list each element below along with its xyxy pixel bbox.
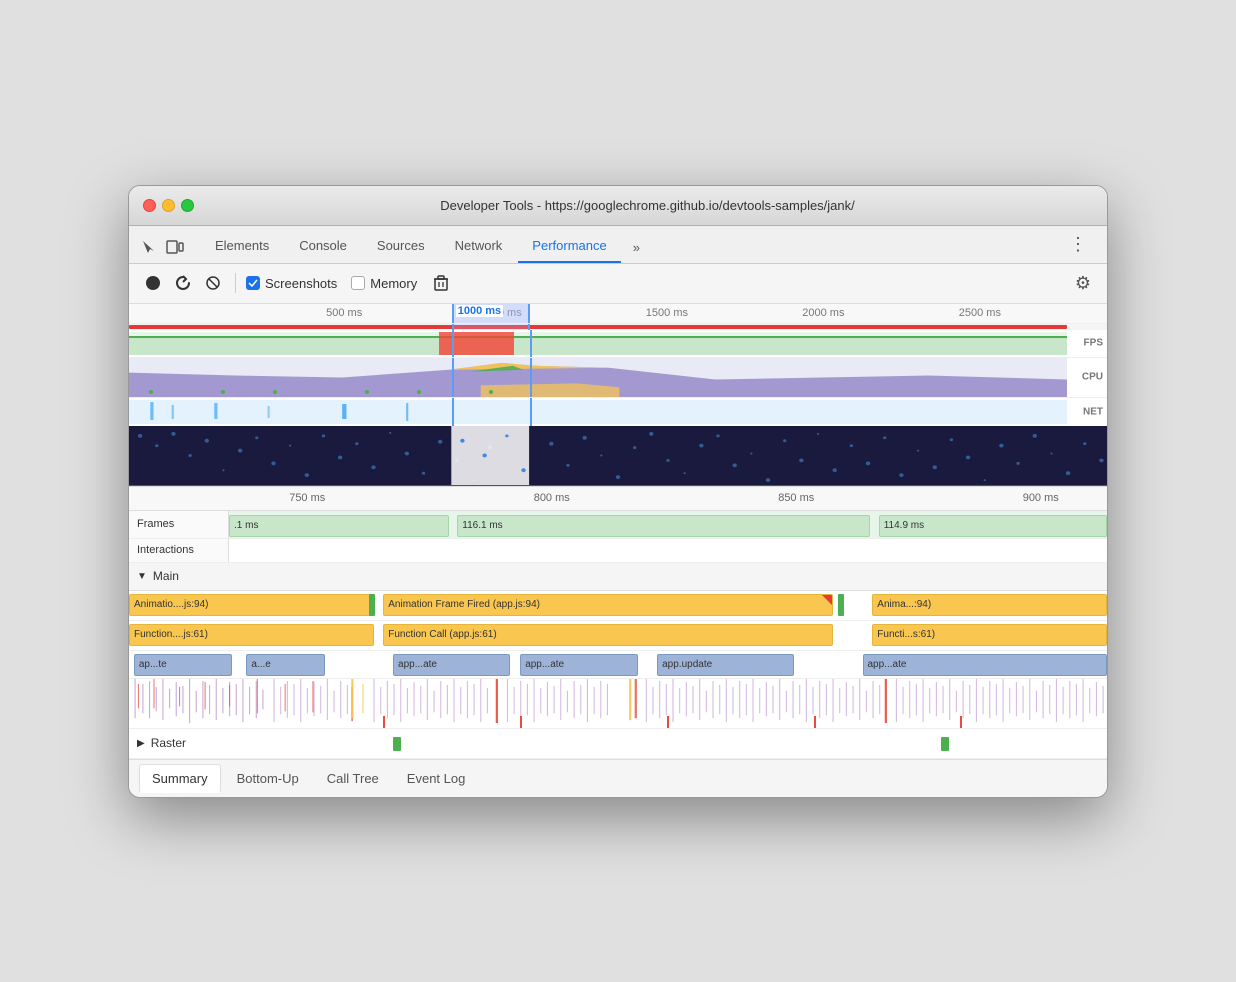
green-pip-1 <box>369 594 375 616</box>
close-button[interactable] <box>143 199 156 212</box>
minimize-button[interactable] <box>162 199 175 212</box>
main-content: 750 ms 800 ms 850 ms 900 ms Frames .1 ms… <box>129 487 1107 797</box>
app-update-1[interactable]: ap...te <box>134 654 232 676</box>
fps-row: FPS <box>129 330 1107 358</box>
fps-label: FPS <box>1084 338 1103 349</box>
clear-button[interactable] <box>201 271 225 295</box>
frame-block-3[interactable]: 114.9 ms <box>879 515 1107 537</box>
marker-4 <box>814 716 816 728</box>
interactions-row: Interactions <box>129 539 1107 563</box>
tab-sources[interactable]: Sources <box>363 230 439 263</box>
time-label-2000: 2000 ms <box>802 307 844 319</box>
cpu-row: CPU <box>129 358 1107 398</box>
raster-block-1 <box>393 737 401 751</box>
flame-row-1: Animatio....js:94) Animation Frame Fired… <box>129 591 1107 621</box>
tab-network[interactable]: Network <box>441 230 517 263</box>
tab-console[interactable]: Console <box>285 230 361 263</box>
app-update-3[interactable]: app...ate <box>393 654 510 676</box>
detail-time-900: 900 ms <box>1023 492 1059 504</box>
cpu-label: CPU <box>1082 372 1103 383</box>
detail-time-750: 750 ms <box>289 492 325 504</box>
refresh-button[interactable] <box>171 271 195 295</box>
app-update-4[interactable]: app...ate <box>520 654 637 676</box>
flame-row-2: Function....js:61) Function Call (app.js… <box>129 621 1107 651</box>
frames-content[interactable]: .1 ms 116.1 ms 114.9 ms <box>229 511 1107 538</box>
tab-performance[interactable]: Performance <box>518 230 620 263</box>
tab-more[interactable]: » <box>623 232 650 263</box>
function-block-1[interactable]: Function....js:61) <box>129 624 374 646</box>
net-row: NET <box>129 398 1107 426</box>
tab-bar: Elements Console Sources Network Perform… <box>129 226 1107 264</box>
tab-bottom-up[interactable]: Bottom-Up <box>225 765 311 792</box>
screenshots-checkbox[interactable]: Screenshots <box>246 276 337 291</box>
raster-arrow-icon: ▶ <box>137 738 145 749</box>
detail-time-850: 850 ms <box>778 492 814 504</box>
device-icon[interactable] <box>165 237 185 257</box>
controls-bar: Screenshots Memory ⚙ <box>129 264 1107 304</box>
marker-1 <box>383 716 385 728</box>
animation-block-2[interactable]: Animation Frame Fired (app.js:94) <box>383 594 833 616</box>
title-bar: Developer Tools - https://googlechrome.g… <box>129 186 1107 226</box>
raster-block-2 <box>941 737 949 751</box>
app-update-2[interactable]: a...e <box>246 654 324 676</box>
tab-call-tree[interactable]: Call Tree <box>315 765 391 792</box>
trash-icon[interactable] <box>429 271 453 295</box>
frame-block-2[interactable]: 116.1 ms <box>457 515 870 537</box>
memory-checkbox[interactable]: Memory <box>351 276 417 291</box>
screenshots-strip <box>129 426 1107 486</box>
time-selection[interactable]: 1000 ms <box>452 304 530 323</box>
memory-label: Memory <box>370 276 417 291</box>
frames-row: Frames .1 ms 116.1 ms 114.9 ms <box>129 511 1107 539</box>
overview-time-ruler: 500 ms 1000 ms 1500 ms 2000 ms 2500 ms 1… <box>129 304 1107 324</box>
time-label-1500: 1500 ms <box>646 307 688 319</box>
main-section-header[interactable]: ▼ Main <box>129 563 1107 591</box>
devtools-window: Developer Tools - https://googlechrome.g… <box>128 185 1108 798</box>
main-section-label: Main <box>153 569 179 583</box>
cursor-icon[interactable] <box>139 237 159 257</box>
separator-1 <box>235 273 236 293</box>
interactions-label: Interactions <box>129 539 229 562</box>
animation-block-3[interactable]: Anima...:94) <box>872 594 1107 616</box>
tab-menu-icon[interactable]: ⋮ <box>1059 226 1097 263</box>
screenshots-check-icon <box>246 276 260 290</box>
fps-spike-1 <box>439 332 514 355</box>
settings-icon[interactable]: ⚙ <box>1071 271 1095 295</box>
overview-panel: 500 ms 1000 ms 1500 ms 2000 ms 2500 ms 1… <box>129 304 1107 487</box>
main-section-arrow: ▼ <box>137 571 147 582</box>
function-block-2[interactable]: Function Call (app.js:61) <box>383 624 833 646</box>
traffic-lights <box>143 199 194 212</box>
green-pip-2 <box>838 594 844 616</box>
detail-time-ruler: 750 ms 800 ms 850 ms 900 ms <box>129 487 1107 511</box>
marker-3 <box>667 716 669 728</box>
tab-event-log[interactable]: Event Log <box>395 765 478 792</box>
app-update-6[interactable]: app...ate <box>863 654 1108 676</box>
net-label: NET <box>1083 406 1103 417</box>
memory-check-icon <box>351 276 365 290</box>
function-block-3[interactable]: Functi...s:61) <box>872 624 1107 646</box>
activity-row <box>129 679 1107 729</box>
detail-time-800: 800 ms <box>534 492 570 504</box>
time-label-500: 500 ms <box>326 307 362 319</box>
maximize-button[interactable] <box>181 199 194 212</box>
record-button[interactable] <box>141 271 165 295</box>
bottom-tabs: Summary Bottom-Up Call Tree Event Log <box>129 759 1107 797</box>
raster-row[interactable]: ▶ Raster <box>129 729 1107 759</box>
frame-block-1[interactable]: .1 ms <box>229 515 449 537</box>
frames-label: Frames <box>129 511 229 538</box>
marker-5 <box>960 716 962 728</box>
window-title: Developer Tools - https://googlechrome.g… <box>202 198 1093 213</box>
selected-time-label: 1000 ms <box>456 305 503 317</box>
app-update-5[interactable]: app.update <box>657 654 794 676</box>
toolbar-icons <box>139 237 185 263</box>
time-label-2500: 2500 ms <box>959 307 1001 319</box>
jank-red-bar <box>129 325 1067 329</box>
tab-elements[interactable]: Elements <box>201 230 283 263</box>
raster-label: Raster <box>151 736 186 750</box>
animation-block-1[interactable]: Animatio....js:94) <box>129 594 374 616</box>
marker-2 <box>520 716 522 728</box>
flame-row-3: ap...te a...e app...ate app...ate app.up… <box>129 651 1107 679</box>
tab-summary[interactable]: Summary <box>139 764 221 793</box>
screenshots-label: Screenshots <box>265 276 337 291</box>
flame-chart-panel: 750 ms 800 ms 850 ms 900 ms Frames .1 ms… <box>129 487 1107 759</box>
